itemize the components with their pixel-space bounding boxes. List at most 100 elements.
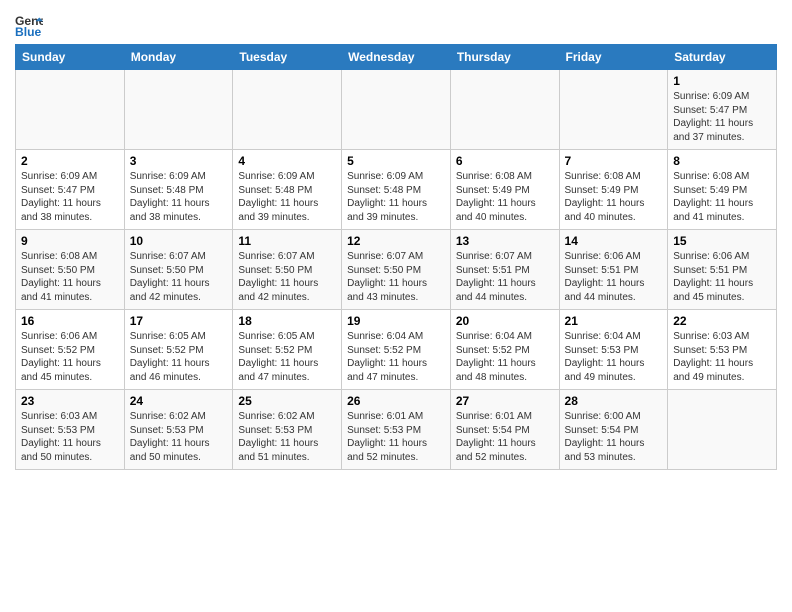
col-header-monday: Monday bbox=[124, 45, 233, 70]
day-number: 9 bbox=[21, 234, 119, 248]
calendar-cell: 10 Sunrise: 6:07 AM Sunset: 5:50 PM Dayli… bbox=[124, 230, 233, 310]
col-header-wednesday: Wednesday bbox=[342, 45, 451, 70]
calendar-cell: 26 Sunrise: 6:01 AM Sunset: 5:53 PM Dayli… bbox=[342, 390, 451, 470]
calendar-cell: 19Sunrise: 6:04 AM Sunset: 5:52 PM Dayli… bbox=[342, 310, 451, 390]
day-number: 6 bbox=[456, 154, 554, 168]
calendar-week-2: 2 Sunrise: 6:09 AM Sunset: 5:47 PM Daylig… bbox=[16, 150, 777, 230]
calendar-cell: 4 Sunrise: 6:09 AM Sunset: 5:48 PM Daylig… bbox=[233, 150, 342, 230]
day-number: 10 bbox=[130, 234, 228, 248]
day-info: Sunrise: 6:02 AM Sunset: 5:53 PM Dayligh… bbox=[130, 410, 228, 464]
calendar-cell bbox=[233, 70, 342, 150]
day-info: Sunrise: 6:01 AM Sunset: 5:53 PM Dayligh… bbox=[347, 410, 445, 464]
day-info: Sunrise: 6:04 AM Sunset: 5:52 PM Dayligh… bbox=[347, 330, 445, 384]
day-number: 12 bbox=[347, 234, 445, 248]
col-header-thursday: Thursday bbox=[450, 45, 559, 70]
day-number: 4 bbox=[238, 154, 336, 168]
calendar-cell bbox=[559, 70, 668, 150]
calendar-cell bbox=[342, 70, 451, 150]
day-number: 16 bbox=[21, 314, 119, 328]
day-info: Sunrise: 6:07 AM Sunset: 5:50 PM Dayligh… bbox=[238, 250, 336, 304]
calendar-cell: 24Sunrise: 6:02 AM Sunset: 5:53 PM Dayli… bbox=[124, 390, 233, 470]
calendar-cell: 7 Sunrise: 6:08 AM Sunset: 5:49 PM Daylig… bbox=[559, 150, 668, 230]
calendar-cell: 17 Sunrise: 6:05 AM Sunset: 5:52 PM Dayli… bbox=[124, 310, 233, 390]
calendar-week-3: 9 Sunrise: 6:08 AM Sunset: 5:50 PM Daylig… bbox=[16, 230, 777, 310]
calendar-table: SundayMondayTuesdayWednesdayThursdayFrid… bbox=[15, 44, 777, 470]
day-info: Sunrise: 6:08 AM Sunset: 5:49 PM Dayligh… bbox=[456, 170, 554, 224]
day-info: Sunrise: 6:07 AM Sunset: 5:50 PM Dayligh… bbox=[347, 250, 445, 304]
day-info: Sunrise: 6:05 AM Sunset: 5:52 PM Dayligh… bbox=[130, 330, 228, 384]
day-info: Sunrise: 6:09 AM Sunset: 5:47 PM Dayligh… bbox=[21, 170, 119, 224]
day-number: 7 bbox=[565, 154, 663, 168]
calendar-cell: 3 Sunrise: 6:09 AM Sunset: 5:48 PM Daylig… bbox=[124, 150, 233, 230]
calendar-cell bbox=[16, 70, 125, 150]
day-number: 20 bbox=[456, 314, 554, 328]
calendar-cell: 16 Sunrise: 6:06 AM Sunset: 5:52 PM Dayli… bbox=[16, 310, 125, 390]
col-header-saturday: Saturday bbox=[668, 45, 777, 70]
calendar-cell bbox=[668, 390, 777, 470]
logo-icon: General Blue bbox=[15, 10, 43, 38]
day-info: Sunrise: 6:07 AM Sunset: 5:51 PM Dayligh… bbox=[456, 250, 554, 304]
day-info: Sunrise: 6:07 AM Sunset: 5:50 PM Dayligh… bbox=[130, 250, 228, 304]
calendar-week-1: 1 Sunrise: 6:09 AM Sunset: 5:47 PM Daylig… bbox=[16, 70, 777, 150]
logo: General Blue bbox=[15, 10, 45, 38]
day-number: 13 bbox=[456, 234, 554, 248]
calendar-cell: 2 Sunrise: 6:09 AM Sunset: 5:47 PM Daylig… bbox=[16, 150, 125, 230]
day-number: 26 bbox=[347, 394, 445, 408]
day-number: 25 bbox=[238, 394, 336, 408]
day-info: Sunrise: 6:06 AM Sunset: 5:51 PM Dayligh… bbox=[565, 250, 663, 304]
day-number: 27 bbox=[456, 394, 554, 408]
day-info: Sunrise: 6:08 AM Sunset: 5:49 PM Dayligh… bbox=[673, 170, 771, 224]
day-info: Sunrise: 6:09 AM Sunset: 5:48 PM Dayligh… bbox=[347, 170, 445, 224]
day-number: 28 bbox=[565, 394, 663, 408]
calendar-header: SundayMondayTuesdayWednesdayThursdayFrid… bbox=[16, 45, 777, 70]
calendar-cell: 14Sunrise: 6:06 AM Sunset: 5:51 PM Dayli… bbox=[559, 230, 668, 310]
calendar-cell: 13 Sunrise: 6:07 AM Sunset: 5:51 PM Dayli… bbox=[450, 230, 559, 310]
page-header: General Blue bbox=[15, 10, 777, 38]
day-info: Sunrise: 6:04 AM Sunset: 5:52 PM Dayligh… bbox=[456, 330, 554, 384]
day-number: 3 bbox=[130, 154, 228, 168]
day-number: 15 bbox=[673, 234, 771, 248]
day-number: 23 bbox=[21, 394, 119, 408]
day-number: 21 bbox=[565, 314, 663, 328]
day-info: Sunrise: 6:08 AM Sunset: 5:50 PM Dayligh… bbox=[21, 250, 119, 304]
calendar-cell: 20 Sunrise: 6:04 AM Sunset: 5:52 PM Dayli… bbox=[450, 310, 559, 390]
calendar-cell: 21Sunrise: 6:04 AM Sunset: 5:53 PM Dayli… bbox=[559, 310, 668, 390]
day-info: Sunrise: 6:03 AM Sunset: 5:53 PM Dayligh… bbox=[21, 410, 119, 464]
day-info: Sunrise: 6:05 AM Sunset: 5:52 PM Dayligh… bbox=[238, 330, 336, 384]
calendar-cell: 11 Sunrise: 6:07 AM Sunset: 5:50 PM Dayli… bbox=[233, 230, 342, 310]
day-info: Sunrise: 6:09 AM Sunset: 5:48 PM Dayligh… bbox=[238, 170, 336, 224]
calendar-cell: 1 Sunrise: 6:09 AM Sunset: 5:47 PM Daylig… bbox=[668, 70, 777, 150]
col-header-friday: Friday bbox=[559, 45, 668, 70]
calendar-cell: 15 Sunrise: 6:06 AM Sunset: 5:51 PM Dayli… bbox=[668, 230, 777, 310]
col-header-sunday: Sunday bbox=[16, 45, 125, 70]
day-info: Sunrise: 6:06 AM Sunset: 5:52 PM Dayligh… bbox=[21, 330, 119, 384]
calendar-cell: 5 Sunrise: 6:09 AM Sunset: 5:48 PM Daylig… bbox=[342, 150, 451, 230]
day-number: 8 bbox=[673, 154, 771, 168]
day-info: Sunrise: 6:03 AM Sunset: 5:53 PM Dayligh… bbox=[673, 330, 771, 384]
day-info: Sunrise: 6:08 AM Sunset: 5:49 PM Dayligh… bbox=[565, 170, 663, 224]
col-header-tuesday: Tuesday bbox=[233, 45, 342, 70]
day-number: 1 bbox=[673, 74, 771, 88]
day-info: Sunrise: 6:02 AM Sunset: 5:53 PM Dayligh… bbox=[238, 410, 336, 464]
day-number: 5 bbox=[347, 154, 445, 168]
day-number: 11 bbox=[238, 234, 336, 248]
calendar-cell: 27 Sunrise: 6:01 AM Sunset: 5:54 PM Dayli… bbox=[450, 390, 559, 470]
day-info: Sunrise: 6:06 AM Sunset: 5:51 PM Dayligh… bbox=[673, 250, 771, 304]
day-number: 22 bbox=[673, 314, 771, 328]
calendar-week-4: 16 Sunrise: 6:06 AM Sunset: 5:52 PM Dayli… bbox=[16, 310, 777, 390]
svg-text:Blue: Blue bbox=[15, 25, 42, 38]
calendar-cell: 9 Sunrise: 6:08 AM Sunset: 5:50 PM Daylig… bbox=[16, 230, 125, 310]
calendar-week-5: 23 Sunrise: 6:03 AM Sunset: 5:53 PM Dayli… bbox=[16, 390, 777, 470]
calendar-cell bbox=[450, 70, 559, 150]
calendar-cell: 12 Sunrise: 6:07 AM Sunset: 5:50 PM Dayli… bbox=[342, 230, 451, 310]
calendar-cell: 18Sunrise: 6:05 AM Sunset: 5:52 PM Dayli… bbox=[233, 310, 342, 390]
day-info: Sunrise: 6:09 AM Sunset: 5:47 PM Dayligh… bbox=[673, 90, 771, 144]
calendar-cell: 23 Sunrise: 6:03 AM Sunset: 5:53 PM Dayli… bbox=[16, 390, 125, 470]
day-number: 17 bbox=[130, 314, 228, 328]
day-number: 2 bbox=[21, 154, 119, 168]
day-info: Sunrise: 6:01 AM Sunset: 5:54 PM Dayligh… bbox=[456, 410, 554, 464]
day-info: Sunrise: 6:00 AM Sunset: 5:54 PM Dayligh… bbox=[565, 410, 663, 464]
calendar-cell bbox=[124, 70, 233, 150]
calendar-cell: 22 Sunrise: 6:03 AM Sunset: 5:53 PM Dayli… bbox=[668, 310, 777, 390]
day-info: Sunrise: 6:09 AM Sunset: 5:48 PM Dayligh… bbox=[130, 170, 228, 224]
